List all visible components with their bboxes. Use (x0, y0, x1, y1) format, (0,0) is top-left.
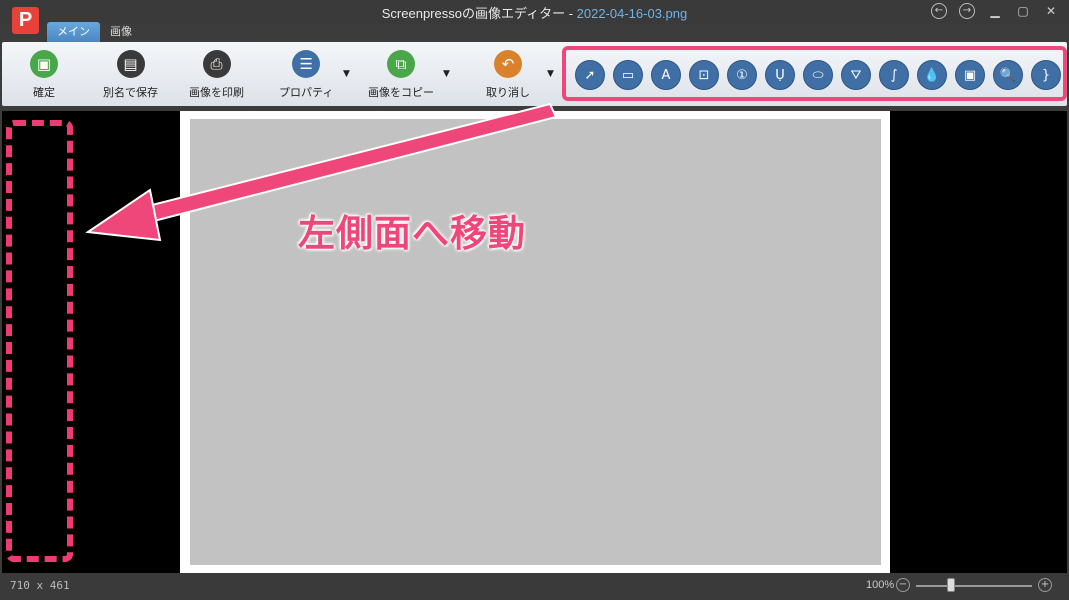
screenpresso-logo[interactable]: P (12, 7, 39, 34)
title-bar: Screenpressoの画像エディター - 2022-04-16-03.png… (0, 0, 1069, 24)
status-bar: 710 x 461 100% − + (0, 573, 1069, 600)
window-title-filename: 2022-04-16-03.png (576, 6, 688, 21)
tab-image[interactable]: 画像 (100, 22, 142, 42)
save-as-icon: ▤ (116, 50, 145, 78)
forward-icon[interactable]: → (959, 3, 975, 19)
properties-label: プロパティ (279, 86, 334, 99)
list-icon: ☰ (292, 50, 321, 78)
minimize-icon[interactable]: ▁ (987, 3, 1003, 19)
maximize-icon[interactable]: ▢ (1015, 3, 1031, 19)
image-canvas[interactable] (190, 119, 881, 565)
properties-dropdown-icon[interactable]: ▼ (343, 69, 350, 79)
left-panel-highlight (6, 120, 73, 562)
undo-icon: ↶ (494, 50, 522, 78)
confirm-button[interactable]: ▣ 確定 (30, 50, 58, 102)
save-as-label: 別名で保存 (103, 86, 158, 99)
copy-image-label: 画像をコピー (368, 86, 434, 99)
close-icon[interactable]: ✕ (1043, 3, 1059, 19)
window-title-separator: - (565, 6, 577, 21)
save-as-button[interactable]: ▤ 別名で保存 (103, 50, 158, 102)
annotation-text: 左側面へ移動 (298, 212, 526, 255)
zoom-level: 100% (866, 579, 895, 591)
image-editor-window: Screenpressoの画像エディター - 2022-04-16-03.png… (0, 0, 1069, 600)
copy-image-button[interactable]: ⧉ 画像をコピー (368, 50, 434, 102)
save-icon: ▣ (30, 50, 58, 78)
zoom-slider-track[interactable] (916, 585, 1032, 587)
undo-label: 取り消し (486, 86, 530, 99)
window-title: Screenpressoの画像エディター - 2022-04-16-03.png (0, 3, 1069, 22)
undo-dropdown-icon[interactable]: ▼ (547, 69, 554, 79)
back-icon[interactable]: ← (931, 3, 947, 19)
window-controls: ← → ▁ ▢ ✕ (931, 3, 1059, 19)
image-dimensions: 710 x 461 (10, 579, 70, 592)
copy-icon: ⧉ (387, 50, 415, 78)
printer-icon: ⎙ (202, 50, 231, 78)
window-title-app: Screenpressoの画像エディター (381, 6, 566, 21)
undo-button[interactable]: ↶ 取り消し (486, 50, 530, 102)
zoom-in-icon[interactable]: + (1038, 578, 1052, 592)
tab-main[interactable]: メイン (47, 22, 100, 42)
zoom-slider-thumb[interactable] (946, 578, 955, 592)
properties-button[interactable]: ☰ プロパティ (279, 50, 333, 102)
print-button[interactable]: ⎙ 画像を印刷 (189, 50, 244, 102)
zoom-out-icon[interactable]: − (896, 578, 910, 592)
tools-highlight-frame (562, 46, 1067, 101)
confirm-label: 確定 (33, 86, 55, 99)
copy-dropdown-icon[interactable]: ▼ (443, 69, 450, 79)
ribbon-tabs: メイン 画像 (47, 22, 142, 42)
print-label: 画像を印刷 (189, 86, 244, 99)
